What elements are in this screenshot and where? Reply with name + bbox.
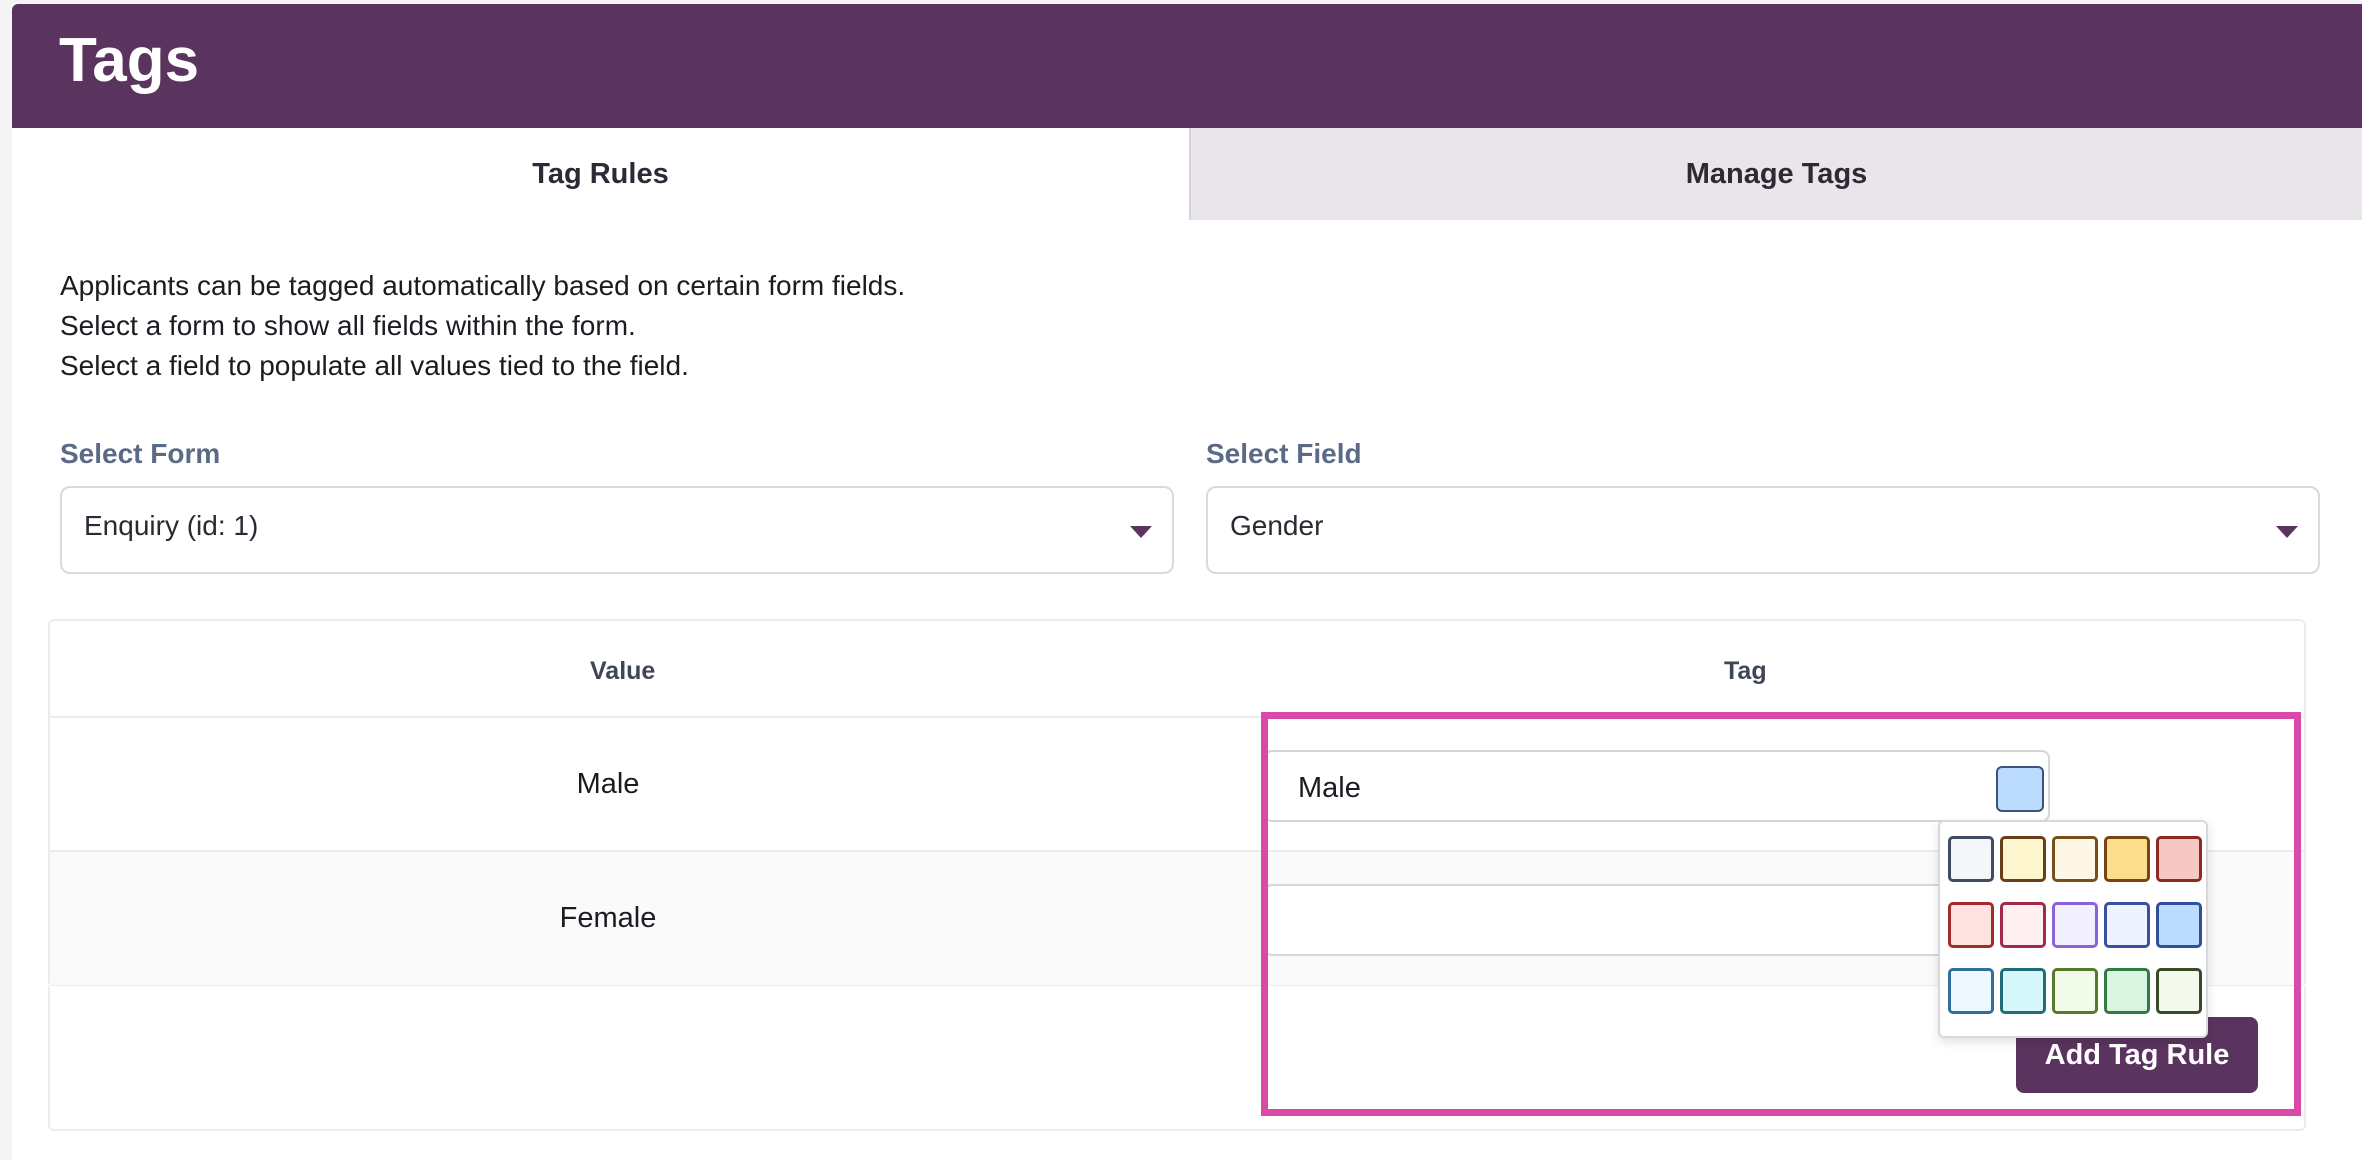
color-swatch-option[interactable] bbox=[2052, 836, 2098, 882]
intro-line: Applicants can be tagged automatically b… bbox=[60, 270, 906, 301]
select-field-value: Gender bbox=[1230, 510, 1324, 541]
intro-line: Select a field to populate all values ti… bbox=[60, 350, 689, 381]
color-swatch-option[interactable] bbox=[1948, 968, 1994, 1014]
color-swatch-option[interactable] bbox=[2000, 836, 2046, 882]
color-swatch-option[interactable] bbox=[2000, 968, 2046, 1014]
select-form-label: Select Form bbox=[60, 438, 221, 469]
page-title: Tags bbox=[59, 26, 200, 95]
color-swatch-option[interactable] bbox=[2104, 902, 2150, 948]
tab-manage-tags[interactable]: Manage Tags bbox=[1189, 128, 2362, 220]
color-swatch-option[interactable] bbox=[2000, 902, 2046, 948]
color-picker-popover bbox=[1938, 820, 2208, 1038]
tag-name-input-female[interactable] bbox=[1264, 884, 2050, 956]
color-swatch-option[interactable] bbox=[1948, 836, 1994, 882]
select-field-dropdown[interactable]: Gender bbox=[1206, 486, 2320, 574]
select-form-dropdown[interactable]: Enquiry (id: 1) bbox=[60, 486, 1174, 574]
tag-name-value: Male bbox=[1298, 772, 1361, 804]
intro-line: Select a form to show all fields within … bbox=[60, 310, 636, 341]
color-swatch-option[interactable] bbox=[2052, 902, 2098, 948]
tab-tag-rules[interactable]: Tag Rules bbox=[12, 128, 1189, 220]
row-value: Female bbox=[559, 902, 657, 934]
chevron-down-icon bbox=[1130, 526, 1152, 538]
color-swatch-option[interactable] bbox=[1948, 902, 1994, 948]
row-value: Male bbox=[576, 768, 640, 800]
page-header: Tags bbox=[12, 4, 2362, 128]
select-field-label: Select Field bbox=[1206, 438, 1362, 469]
tag-color-swatch-button[interactable] bbox=[1996, 766, 2044, 812]
column-header-value: Value bbox=[590, 657, 656, 685]
tab-bar: Tag Rules Manage Tags bbox=[12, 128, 2362, 220]
chevron-down-icon bbox=[2276, 526, 2298, 538]
column-header-tag: Tag bbox=[1724, 657, 1767, 685]
color-swatch-option[interactable] bbox=[2104, 968, 2150, 1014]
intro-text: Applicants can be tagged automatically b… bbox=[60, 266, 905, 386]
color-swatch-option[interactable] bbox=[2156, 836, 2202, 882]
color-swatch-option[interactable] bbox=[2104, 836, 2150, 882]
color-swatch-option[interactable] bbox=[2052, 968, 2098, 1014]
color-swatch-option[interactable] bbox=[2156, 902, 2202, 948]
select-form-value: Enquiry (id: 1) bbox=[84, 510, 259, 541]
color-swatch-option[interactable] bbox=[2156, 968, 2202, 1014]
tag-name-input-male[interactable]: Male bbox=[1264, 750, 2050, 822]
